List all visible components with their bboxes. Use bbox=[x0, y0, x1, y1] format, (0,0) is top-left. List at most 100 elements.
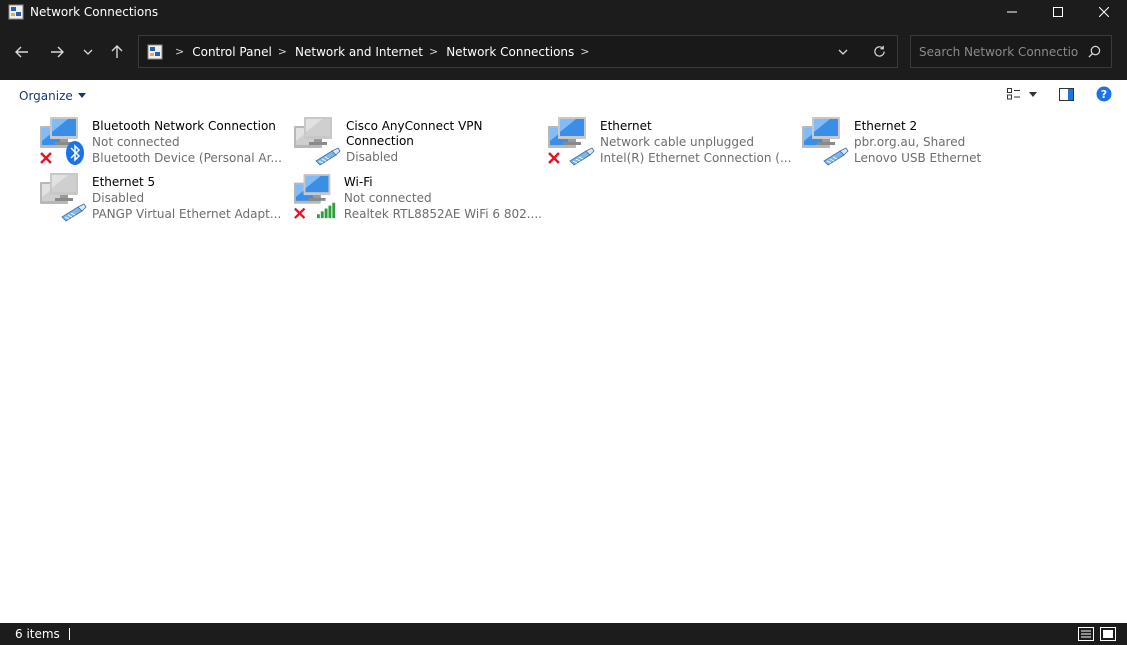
connection-status: Network cable unplugged bbox=[600, 135, 755, 149]
close-icon bbox=[1099, 7, 1109, 17]
command-bar: Organize ? bbox=[0, 80, 1127, 111]
up-button[interactable] bbox=[105, 40, 129, 64]
preview-pane-icon bbox=[1059, 87, 1074, 101]
network-cable-icon bbox=[61, 203, 87, 222]
connection-text: Bluetooth Network Connection Not connecte… bbox=[92, 115, 282, 167]
recent-locations-button[interactable] bbox=[76, 40, 100, 64]
connection-wi-fi[interactable]: Wi-Fi Not connected Realtek RTL8852AE WiFi… bbox=[292, 171, 542, 223]
network-computer-icon bbox=[294, 117, 341, 166]
connection-status: Disabled bbox=[92, 191, 145, 205]
network-cable-icon bbox=[569, 147, 595, 166]
error-x-icon bbox=[294, 207, 306, 219]
breadcrumb-separator[interactable]: > bbox=[429, 45, 438, 58]
connection-name: Cisco AnyConnect VPN bbox=[346, 119, 483, 133]
caret-down-icon bbox=[77, 93, 86, 98]
breadcrumb-separator[interactable]: > bbox=[278, 45, 287, 58]
connections-list: Bluetooth Network Connection Not connecte… bbox=[0, 111, 1127, 623]
arrow-up-icon bbox=[111, 45, 123, 58]
organize-label: Organize bbox=[19, 88, 73, 103]
breadcrumb-network-connections[interactable]: Network Connections bbox=[446, 45, 574, 59]
change-view-button[interactable] bbox=[1007, 88, 1021, 100]
network-computer-icon bbox=[40, 173, 87, 222]
network-computer-icon bbox=[40, 117, 84, 165]
preview-pane-button[interactable] bbox=[1059, 87, 1074, 101]
search-box[interactable] bbox=[910, 35, 1112, 68]
network-computer-icon bbox=[548, 117, 595, 166]
item-count: 6 items bbox=[15, 627, 60, 641]
connection-ethernet-5[interactable]: Ethernet 5 Disabled PANGP Virtual Ethernet… bbox=[38, 171, 288, 223]
help-button[interactable]: ? bbox=[1096, 86, 1112, 102]
connection-name: Wi-Fi bbox=[343, 175, 373, 189]
connection-device: Realtek RTL8852AE WiFi 6 802.... bbox=[343, 207, 542, 221]
breadcrumb-separator[interactable]: > bbox=[580, 45, 589, 58]
breadcrumb-control-panel[interactable]: Control Panel bbox=[192, 45, 272, 59]
help-icon: ? bbox=[1096, 86, 1112, 102]
connection-name: Ethernet 5 bbox=[92, 175, 156, 189]
connection-cisco-anyconnect-vpn[interactable]: Cisco AnyConnect VPN Connection Disabled bbox=[292, 115, 542, 167]
navigation-bar: > Control Panel > Network and Internet >… bbox=[0, 24, 1127, 80]
details-view-icon bbox=[1078, 627, 1094, 641]
chevron-down-icon bbox=[83, 49, 93, 55]
connection-ethernet-2[interactable]: Ethernet 2 pbr.org.au, Shared Lenovo USB E… bbox=[800, 115, 1050, 167]
breadcrumb-network-and-internet[interactable]: Network and Internet bbox=[295, 45, 423, 59]
minimize-button[interactable] bbox=[989, 0, 1035, 24]
connection-bluetooth-network-connection[interactable]: Bluetooth Network Connection Not connecte… bbox=[38, 115, 288, 167]
connection-device: Bluetooth Device (Personal Ar... bbox=[92, 151, 282, 165]
close-button[interactable] bbox=[1081, 0, 1127, 24]
large-icons-view-icon bbox=[1100, 627, 1116, 641]
refresh-button[interactable] bbox=[861, 36, 897, 67]
connection-device: PANGP Virtual Ethernet Adapt... bbox=[92, 207, 282, 221]
connection-device: Intel(R) Ethernet Connection (... bbox=[600, 151, 792, 165]
network-connections-app-icon bbox=[8, 4, 24, 20]
details-view-button[interactable] bbox=[1077, 626, 1095, 642]
search-icon bbox=[1088, 45, 1101, 58]
network-cable-icon bbox=[315, 147, 341, 166]
connection-name-continued: Connection bbox=[346, 134, 414, 148]
search-input[interactable] bbox=[919, 44, 1079, 59]
maximize-icon bbox=[1053, 7, 1063, 17]
connection-name: Ethernet bbox=[600, 119, 652, 133]
refresh-icon bbox=[873, 45, 885, 57]
network-computer-icon bbox=[802, 117, 849, 166]
connection-text: Wi-Fi Not connected Realtek RTL8852AE WiFi… bbox=[344, 171, 542, 223]
control-panel-icon bbox=[147, 44, 163, 59]
connection-text: Cisco AnyConnect VPN Connection Disabled bbox=[346, 115, 483, 167]
connection-name: Bluetooth Network Connection bbox=[92, 119, 276, 133]
connection-text: Ethernet 2 pbr.org.au, Shared Lenovo USB E… bbox=[854, 115, 981, 167]
network-computer-icon bbox=[293, 173, 336, 219]
address-bar[interactable]: > Control Panel > Network and Internet >… bbox=[138, 35, 898, 68]
minimize-icon bbox=[1007, 11, 1017, 13]
wifi-signal-icon bbox=[316, 202, 336, 219]
connection-status: Not connected bbox=[343, 191, 432, 205]
window-title: Network Connections bbox=[30, 5, 159, 19]
view-menu-button[interactable] bbox=[1029, 91, 1037, 97]
view-options-icon bbox=[1007, 88, 1020, 100]
arrow-right-icon bbox=[51, 46, 64, 58]
bluetooth-icon bbox=[66, 141, 84, 165]
svg-text:?: ? bbox=[1101, 88, 1107, 101]
breadcrumb-separator[interactable]: > bbox=[175, 45, 184, 58]
connection-text: Ethernet Network cable unplugged Intel(R) … bbox=[600, 115, 791, 167]
connection-name: Ethernet 2 bbox=[854, 119, 918, 133]
connection-status: pbr.org.au, Shared bbox=[854, 135, 966, 149]
network-cable-icon bbox=[823, 147, 849, 166]
forward-button[interactable] bbox=[45, 40, 69, 64]
organize-button[interactable]: Organize bbox=[19, 89, 86, 103]
caret-down-icon bbox=[1029, 91, 1037, 97]
status-bar: 6 items bbox=[0, 623, 1127, 645]
address-history-button[interactable] bbox=[825, 36, 861, 67]
arrow-left-icon bbox=[15, 46, 28, 58]
title-bar: Network Connections bbox=[0, 0, 1127, 24]
large-icons-view-button[interactable] bbox=[1099, 626, 1117, 642]
connection-text: Ethernet 5 Disabled PANGP Virtual Ethernet… bbox=[92, 171, 281, 223]
connection-ethernet[interactable]: Ethernet Network cable unplugged Intel(R) … bbox=[546, 115, 796, 167]
connection-device: Lenovo USB Ethernet bbox=[854, 151, 982, 165]
back-button[interactable] bbox=[10, 40, 34, 64]
error-x-icon bbox=[548, 152, 560, 164]
connection-status: Disabled bbox=[346, 150, 399, 164]
error-x-icon bbox=[40, 152, 52, 164]
chevron-down-icon bbox=[838, 49, 848, 55]
connection-status: Not connected bbox=[92, 135, 180, 149]
status-divider bbox=[68, 628, 70, 640]
maximize-button[interactable] bbox=[1035, 0, 1081, 24]
